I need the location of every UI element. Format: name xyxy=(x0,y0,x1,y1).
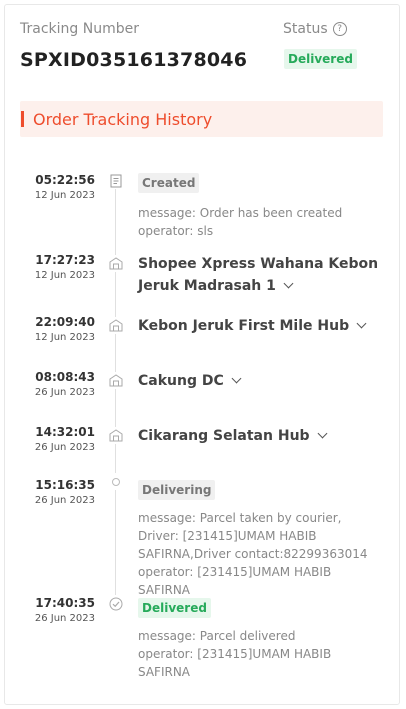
check-circle-icon xyxy=(107,595,124,612)
help-icon[interactable]: ? xyxy=(332,22,347,36)
hub-toggle[interactable]: Kebon Jeruk First Mile Hub xyxy=(138,315,383,337)
timeline-line xyxy=(115,181,116,605)
tracking-history-header: Order Tracking History xyxy=(20,101,383,137)
event-time: 15:16:35 xyxy=(35,478,95,492)
hub-name: Cakung DC xyxy=(138,373,224,389)
event-date: 12 Jun 2023 xyxy=(34,190,95,201)
event-date: 26 Jun 2023 xyxy=(34,613,95,624)
event-date: 26 Jun 2023 xyxy=(34,495,95,506)
tracking-number-value: SPXID035161378046 xyxy=(20,49,248,71)
chevron-down-icon xyxy=(283,278,294,289)
chevron-down-icon xyxy=(231,373,242,384)
hub-name: Kebon Jeruk First Mile Hub xyxy=(138,318,350,334)
event-time: 22:09:40 xyxy=(35,315,95,329)
event-date: 26 Jun 2023 xyxy=(34,387,95,398)
event-operator-line: operator: [231415]UMAM HABIB SAFIRNA xyxy=(138,565,332,597)
hub-toggle[interactable]: Cikarang Selatan Hub xyxy=(138,425,383,447)
tracking-history-title: Order Tracking History xyxy=(33,109,213,129)
event-message-line: message: Parcel taken by courier, Driver… xyxy=(138,511,368,561)
tracking-card: Tracking Number SPXID035161378046 Status… xyxy=(4,4,400,705)
document-icon xyxy=(107,172,124,189)
event-time: 17:27:23 xyxy=(35,253,95,267)
event-tag: Created xyxy=(138,173,200,193)
hub-toggle[interactable]: Shopee Xpress Wahana Kebon Jeruk Madrasa… xyxy=(138,253,383,297)
warehouse-icon xyxy=(107,427,124,444)
status-label-wrap: Status ? xyxy=(283,21,347,37)
event-date: 12 Jun 2023 xyxy=(34,270,95,281)
hub-toggle[interactable]: Cakung DC xyxy=(138,370,383,392)
warehouse-icon xyxy=(107,372,124,389)
status-badge: Delivered xyxy=(284,49,357,69)
event-message: message: Parcel delivered operator: [231… xyxy=(138,627,378,681)
event-tag: Delivering xyxy=(138,480,216,500)
event-tag: Delivered xyxy=(138,598,211,618)
event-message-line: message: Order has been created xyxy=(138,206,343,220)
chevron-down-icon xyxy=(317,428,328,439)
status-label: Status xyxy=(283,21,328,37)
event-date: 26 Jun 2023 xyxy=(34,442,95,453)
event-message-line: message: Parcel delivered xyxy=(138,629,296,643)
event-operator-line: operator: [231415]UMAM HABIB SAFIRNA xyxy=(138,647,332,679)
warehouse-icon xyxy=(107,317,124,334)
event-date: 12 Jun 2023 xyxy=(34,332,95,343)
dot-icon xyxy=(107,473,124,490)
event-time: 05:22:56 xyxy=(35,173,95,187)
event-time: 14:32:01 xyxy=(35,425,95,439)
hub-name: Cikarang Selatan Hub xyxy=(138,428,310,444)
event-operator-line: operator: sls xyxy=(138,224,214,238)
chevron-down-icon xyxy=(356,318,367,329)
event-time: 08:08:43 xyxy=(35,370,95,384)
hub-name: Shopee Xpress Wahana Kebon Jeruk Madrasa… xyxy=(138,256,379,294)
event-message: message: Order has been created operator… xyxy=(138,204,378,240)
event-message: message: Parcel taken by courier, Driver… xyxy=(138,509,378,599)
event-time: 17:40:35 xyxy=(35,596,95,610)
warehouse-icon xyxy=(107,255,124,272)
section-accent-bar xyxy=(21,111,24,127)
tracking-number-label: Tracking Number xyxy=(20,21,139,37)
